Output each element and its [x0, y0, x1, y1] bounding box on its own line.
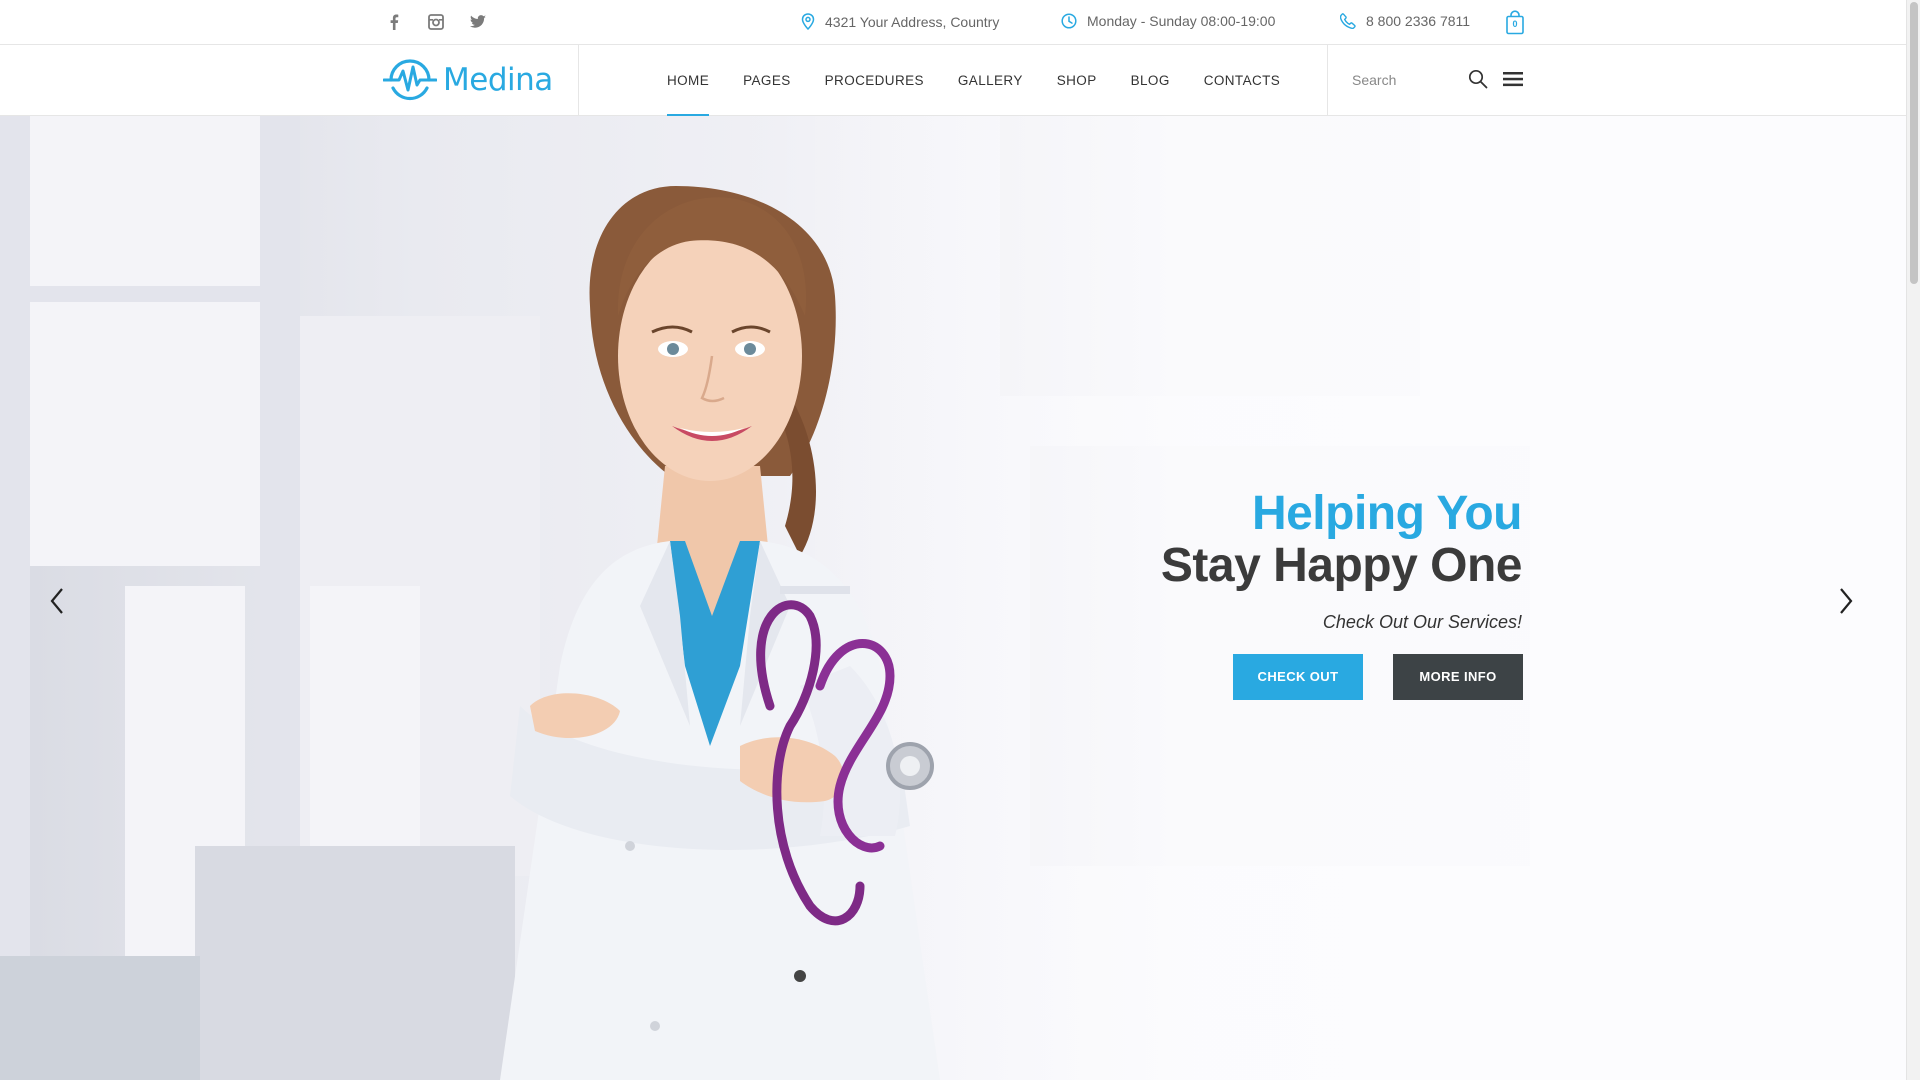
- nav-blog[interactable]: BLOG: [1114, 45, 1187, 116]
- address-info: 4321 Your Address, Country: [801, 13, 999, 30]
- nav-pages[interactable]: PAGES: [726, 45, 808, 116]
- page-scrollbar[interactable]: [1906, 0, 1920, 1080]
- logo-text: Medina: [443, 62, 553, 98]
- clock-icon: [1061, 13, 1077, 29]
- divider: [578, 45, 579, 116]
- slider-prev-button[interactable]: [45, 583, 69, 619]
- phone-icon: [1340, 13, 1356, 29]
- cart-count: 0: [1512, 19, 1518, 29]
- more-info-button[interactable]: MORE INFO: [1393, 654, 1523, 700]
- hero-subtitle: Check Out Our Services!: [1322, 612, 1522, 632]
- nav-procedures[interactable]: PROCEDURES: [808, 45, 941, 116]
- main-header: Medina HOME PAGES PROCEDURES GALLERY SHO…: [0, 45, 1906, 117]
- map-pin-icon: [801, 13, 815, 30]
- check-out-button[interactable]: CHECK OUT: [1233, 654, 1363, 700]
- heartbeat-logo-icon: [383, 59, 437, 101]
- cart-button[interactable]: 0: [1505, 10, 1525, 35]
- hero-title-line2: Stay Happy One: [1160, 539, 1523, 592]
- chevron-left-icon: [50, 588, 63, 614]
- search-input[interactable]: [1352, 67, 1462, 93]
- nav-home[interactable]: HOME: [650, 45, 726, 117]
- nav-shop[interactable]: SHOP: [1040, 45, 1114, 116]
- scrollbar-thumb[interactable]: [1910, 2, 1918, 284]
- hero-slider: Helping You Stay Happy One Check Out Our…: [0, 116, 1906, 1080]
- main-nav: HOME PAGES PROCEDURES GALLERY SHOP BLOG …: [650, 45, 1297, 117]
- doctor-image: [500, 186, 940, 1080]
- phone-info: 8 800 2336 7811: [1340, 13, 1470, 29]
- phone-text: 8 800 2336 7811: [1366, 13, 1471, 29]
- hours-text: Monday - Sunday 08:00-19:00: [1087, 13, 1276, 29]
- nav-contacts[interactable]: CONTACTS: [1187, 45, 1297, 116]
- hours-info: Monday - Sunday 08:00-19:00: [1061, 13, 1275, 29]
- hero-title-line1: Helping You: [1251, 487, 1523, 540]
- top-bar: 4321 Your Address, Country Monday - Sund…: [0, 0, 1906, 45]
- instagram-icon[interactable]: [426, 12, 446, 32]
- search-icon[interactable]: [1468, 69, 1488, 94]
- hamburger-menu-icon[interactable]: [1503, 71, 1523, 92]
- slider-next-button[interactable]: [1834, 583, 1858, 619]
- address-text: 4321 Your Address, Country: [825, 13, 1000, 30]
- chevron-right-icon: [1840, 588, 1853, 614]
- facebook-icon[interactable]: [384, 12, 404, 32]
- logo[interactable]: Medina: [383, 58, 553, 102]
- social-links: [384, 12, 488, 32]
- twitter-icon[interactable]: [468, 12, 488, 32]
- search-box: [1327, 45, 1487, 116]
- nav-gallery[interactable]: GALLERY: [941, 45, 1040, 116]
